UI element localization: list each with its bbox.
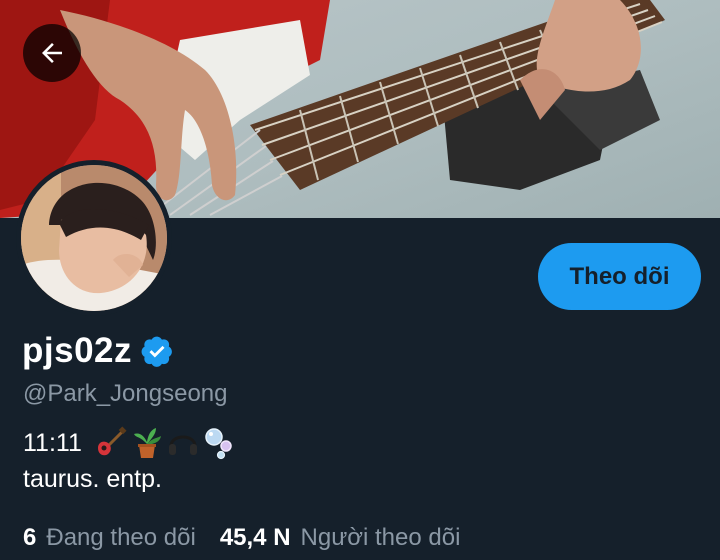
- headphones-icon: [168, 435, 197, 455]
- display-name-text: pjs02z: [22, 331, 132, 370]
- followers-stat[interactable]: 45,4 N Người theo dõi: [220, 524, 461, 552]
- guitar-icon: [97, 426, 127, 456]
- following-label: Đang theo dõi: [46, 524, 196, 551]
- follow-stats: 6 Đang theo dõi 45,4 N Người theo dõi: [23, 524, 460, 552]
- profile-display-name: pjs02z: [22, 331, 174, 371]
- profile-avatar[interactable]: [16, 160, 172, 316]
- back-button[interactable]: [23, 24, 81, 82]
- following-count: 6: [23, 524, 37, 551]
- following-stat[interactable]: 6 Đang theo dõi: [23, 524, 196, 552]
- bio-time-text: 11:11: [23, 429, 82, 457]
- arrow-left-icon: [42, 43, 62, 63]
- profile-bio: 11:11 taurus. entp.: [23, 425, 238, 497]
- verified-badge-icon: [141, 336, 172, 367]
- bubbles-icon: [205, 428, 232, 460]
- bio-line-2: taurus. entp.: [23, 465, 162, 493]
- follow-button[interactable]: Theo dõi: [538, 243, 701, 310]
- potted-plant-icon: [133, 428, 161, 458]
- bio-emoji-row: [94, 426, 238, 460]
- followers-label: Người theo dõi: [300, 524, 461, 551]
- profile-handle: @Park_Jongseong: [23, 380, 228, 407]
- avatar-photo: [21, 165, 167, 311]
- followers-count: 45,4 N: [219, 524, 291, 551]
